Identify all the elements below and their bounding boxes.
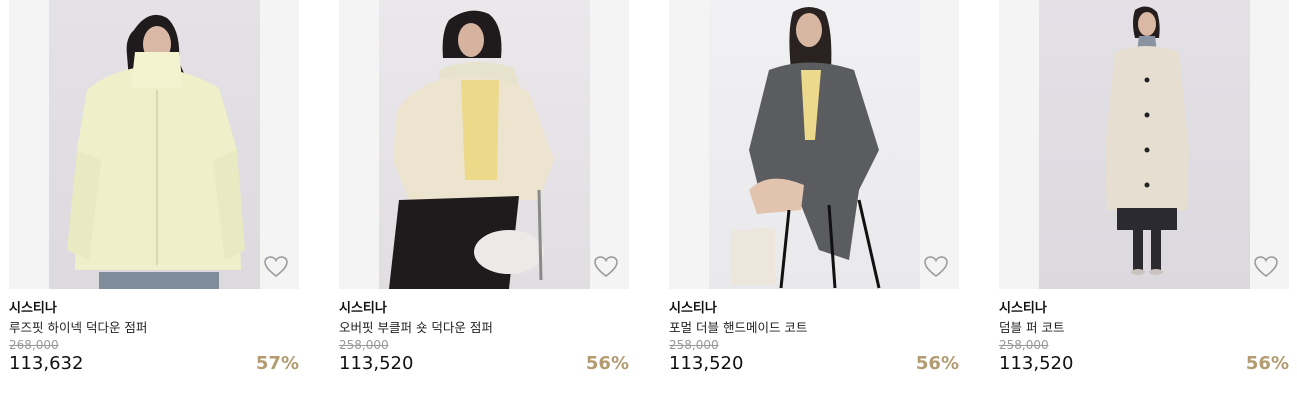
discount-rate: 56%	[1245, 353, 1289, 374]
heart-outline-icon[interactable]	[923, 255, 949, 279]
sale-price: 113,520	[669, 353, 744, 374]
product-grid: 시스티나 루즈핏 하이넥 덕다운 점퍼 268,000 113,632 57%	[0, 0, 1297, 407]
product-thumbnail[interactable]	[999, 0, 1289, 289]
original-price: 268,000	[9, 338, 59, 352]
discount-rate: 56%	[915, 353, 959, 374]
product-name[interactable]: 루즈핏 하이넥 덕다운 점퍼	[9, 317, 147, 336]
original-price: 258,000	[669, 338, 719, 352]
product-image[interactable]	[379, 0, 590, 289]
original-price: 258,000	[999, 338, 1049, 352]
product-thumbnail[interactable]	[9, 0, 299, 289]
product-card[interactable]: 시스티나 덤블 퍼 코트 258,000 113,520 56%	[999, 0, 1289, 407]
brand-name[interactable]: 시스티나	[9, 297, 57, 316]
heart-outline-icon[interactable]	[263, 255, 289, 279]
product-image[interactable]	[709, 0, 920, 289]
product-thumbnail[interactable]	[339, 0, 629, 289]
sale-price: 113,520	[999, 353, 1074, 374]
product-name[interactable]: 오버핏 부클퍼 숏 덕다운 점퍼	[339, 317, 493, 336]
brand-name[interactable]: 시스티나	[999, 297, 1047, 316]
product-card[interactable]: 시스티나 오버핏 부클퍼 숏 덕다운 점퍼 258,000 113,520 56…	[339, 0, 629, 407]
product-name[interactable]: 포멀 더블 핸드메이드 코트	[669, 317, 807, 336]
product-name[interactable]: 덤블 퍼 코트	[999, 317, 1064, 336]
product-thumbnail[interactable]	[669, 0, 959, 289]
product-card[interactable]: 시스티나 루즈핏 하이넥 덕다운 점퍼 268,000 113,632 57%	[9, 0, 299, 407]
brand-name[interactable]: 시스티나	[669, 297, 717, 316]
brand-name[interactable]: 시스티나	[339, 297, 387, 316]
original-price: 258,000	[339, 338, 389, 352]
product-image[interactable]	[1039, 0, 1250, 289]
discount-rate: 56%	[585, 353, 629, 374]
heart-outline-icon[interactable]	[593, 255, 619, 279]
sale-price: 113,632	[9, 353, 84, 374]
sale-price: 113,520	[339, 353, 414, 374]
product-card[interactable]: 시스티나 포멀 더블 핸드메이드 코트 258,000 113,520 56%	[669, 0, 959, 407]
product-image[interactable]	[49, 0, 260, 289]
heart-outline-icon[interactable]	[1253, 255, 1279, 279]
discount-rate: 57%	[255, 353, 299, 374]
